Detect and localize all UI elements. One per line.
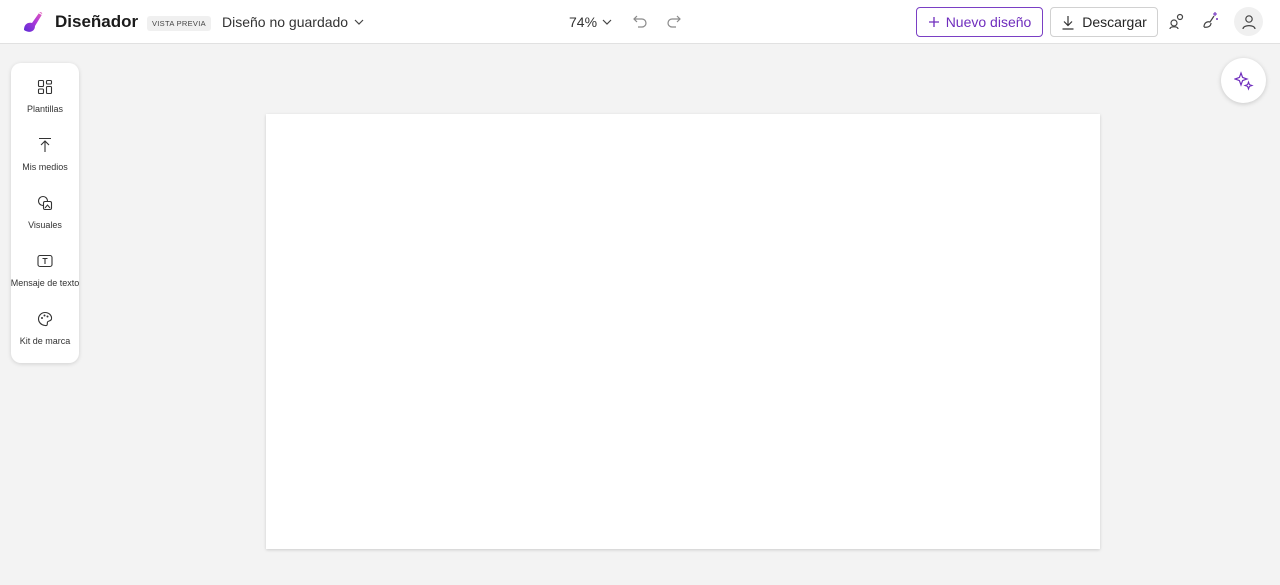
sidebar-item-brand-kit[interactable]: Kit de marca	[11, 311, 79, 361]
copilot-button[interactable]	[1221, 58, 1266, 103]
upload-icon	[39, 137, 51, 152]
sidebar-item-label: Kit de marca	[19, 336, 71, 346]
avatar[interactable]	[1234, 7, 1263, 36]
sidebar-item-label: Mensaje de texto	[10, 278, 80, 288]
text-icon	[37, 254, 53, 268]
share-icon[interactable]	[1167, 11, 1187, 31]
document-title[interactable]: Diseño no guardado	[222, 14, 348, 30]
logo-icon[interactable]	[20, 9, 46, 35]
zoom-level[interactable]: 74%	[569, 14, 597, 30]
new-design-label: Nuevo diseño	[945, 14, 1032, 30]
download-button[interactable]: Descargar	[1050, 7, 1158, 37]
sidebar-item-label: Plantillas	[26, 104, 64, 114]
sidebar-item-label: Mis medios	[22, 162, 68, 172]
plus-icon	[928, 17, 939, 27]
sparkle-brush-icon[interactable]	[1200, 11, 1220, 31]
preview-badge: VISTA PREVIA	[147, 16, 211, 31]
sidebar-item-label: Visuales	[28, 220, 62, 230]
app-name: Diseñador	[55, 12, 139, 31]
new-design-button[interactable]: Nuevo diseño	[916, 7, 1043, 37]
sidebar-item-text[interactable]: Mensaje de texto	[11, 253, 79, 303]
palette-icon	[37, 311, 53, 327]
undo-icon[interactable]	[632, 13, 648, 29]
design-canvas[interactable]	[266, 114, 1100, 549]
top-bar: Diseñador VISTA PREVIA Diseño no guardad…	[0, 0, 1280, 44]
sidebar-item-templates[interactable]: Plantillas	[11, 79, 79, 129]
tool-sidebar: Plantillas Mis medios Visuales Mensaje d…	[11, 63, 79, 363]
templates-icon	[37, 79, 53, 95]
visuals-icon	[37, 195, 53, 211]
sidebar-item-visuals[interactable]: Visuales	[11, 195, 79, 245]
sparkle-icon	[1233, 70, 1254, 91]
chevron-down-icon[interactable]	[353, 16, 365, 28]
download-icon	[1062, 15, 1074, 30]
chevron-down-icon[interactable]	[601, 16, 613, 28]
download-label: Descargar	[1082, 14, 1147, 30]
redo-icon[interactable]	[666, 13, 682, 29]
sidebar-item-my-media[interactable]: Mis medios	[11, 137, 79, 187]
user-icon	[1241, 14, 1256, 29]
